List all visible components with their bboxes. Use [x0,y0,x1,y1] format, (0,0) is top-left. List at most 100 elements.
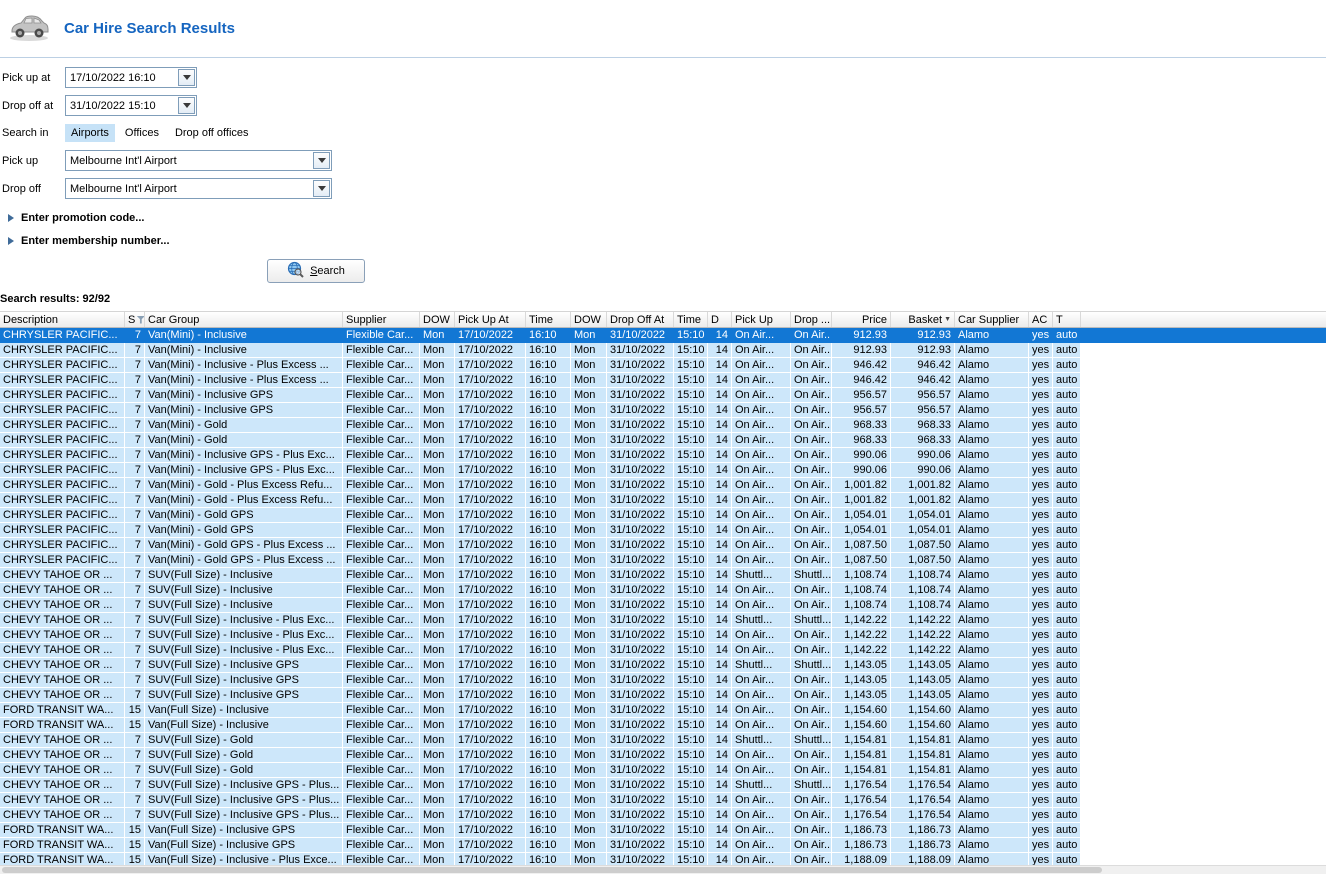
table-row[interactable]: CHEVY TAHOE OR ...7SUV(Full Size) - Incl… [0,628,1326,643]
cell-pick-up-at: 17/10/2022 [455,358,526,373]
cell-d: 14 [708,778,732,793]
cell-supplier: Flexible Car... [343,748,420,763]
column-header-drop[interactable]: Drop ... [791,312,832,327]
tab-drop-off-offices[interactable]: Drop off offices [169,124,255,142]
column-header-ac[interactable]: AC [1029,312,1053,327]
dropoff-location-combobox[interactable]: Melbourne Int'l Airport [65,178,332,199]
table-row[interactable]: FORD TRANSIT WA...15Van(Full Size) - Inc… [0,718,1326,733]
tab-offices[interactable]: Offices [119,124,165,142]
table-row[interactable]: CHEVY TAHOE OR ...7SUV(Full Size) - Incl… [0,613,1326,628]
horizontal-scrollbar-thumb[interactable] [2,867,1102,873]
column-header-t[interactable]: T [1053,312,1081,327]
pickup-at-label: Pick up at [2,72,65,84]
cell-s: 7 [125,808,145,823]
table-row[interactable]: CHRYSLER PACIFIC...7Van(Mini) - GoldFlex… [0,433,1326,448]
membership-number-expander[interactable]: Enter membership number... [8,234,1326,248]
filter-icon[interactable] [136,316,145,324]
cell-description: CHRYSLER PACIFIC... [0,448,125,463]
cell-d: 14 [708,673,732,688]
dropoff-at-dropdown-button[interactable] [178,97,195,114]
column-header-car-supplier[interactable]: Car Supplier [955,312,1029,327]
table-row[interactable]: CHEVY TAHOE OR ...7SUV(Full Size) - Incl… [0,583,1326,598]
table-row[interactable]: CHRYSLER PACIFIC...7Van(Mini) - Inclusiv… [0,373,1326,388]
table-row[interactable]: CHRYSLER PACIFIC...7Van(Mini) - Gold GPS… [0,523,1326,538]
table-row[interactable]: FORD TRANSIT WA...15Van(Full Size) - Inc… [0,823,1326,838]
cell-pick-up: On Air... [732,373,791,388]
cell-time: 15:10 [674,598,708,613]
cell-s: 7 [125,403,145,418]
cell-basket: 1,001.82 [891,478,955,493]
pickup-at-dropdown-button[interactable] [178,69,195,86]
table-row[interactable]: CHRYSLER PACIFIC...7Van(Mini) - Inclusiv… [0,358,1326,373]
table-row[interactable]: CHRYSLER PACIFIC...7Van(Mini) - Gold - P… [0,493,1326,508]
cell-time: 15:10 [674,478,708,493]
tab-airports[interactable]: Airports [65,124,115,142]
table-row[interactable]: CHRYSLER PACIFIC...7Van(Mini) - Inclusiv… [0,463,1326,478]
cell-s: 7 [125,763,145,778]
column-header-dow[interactable]: DOW [571,312,607,327]
column-header-time[interactable]: Time [526,312,571,327]
column-header-s[interactable]: S [125,312,145,327]
pickup-location-dropdown-button[interactable] [313,152,330,169]
column-header-supplier[interactable]: Supplier [343,312,420,327]
search-button[interactable]: Search [267,259,365,283]
column-header-price[interactable]: Price [832,312,891,327]
table-row[interactable]: CHRYSLER PACIFIC...7Van(Mini) - GoldFlex… [0,418,1326,433]
cell-pick-up-at: 17/10/2022 [455,493,526,508]
column-header-d[interactable]: D [708,312,732,327]
column-header-drop-off-at[interactable]: Drop Off At [607,312,674,327]
column-header-description[interactable]: Description [0,312,125,327]
cell-car-supplier: Alamo [955,733,1029,748]
table-row[interactable]: FORD TRANSIT WA...15Van(Full Size) - Inc… [0,838,1326,853]
cell-supplier: Flexible Car... [343,478,420,493]
promotion-code-expander[interactable]: Enter promotion code... [8,211,1326,225]
table-row[interactable]: CHRYSLER PACIFIC...7Van(Mini) - Inclusiv… [0,388,1326,403]
table-row[interactable]: CHRYSLER PACIFIC...7Van(Mini) - Inclusiv… [0,403,1326,418]
table-row[interactable]: CHEVY TAHOE OR ...7SUV(Full Size) - Incl… [0,778,1326,793]
table-row[interactable]: CHEVY TAHOE OR ...7SUV(Full Size) - Incl… [0,658,1326,673]
table-row[interactable]: CHRYSLER PACIFIC...7Van(Mini) - Inclusiv… [0,343,1326,358]
dropdown-arrow-icon [183,103,191,108]
table-row[interactable]: CHEVY TAHOE OR ...7SUV(Full Size) - Incl… [0,568,1326,583]
table-row[interactable]: CHEVY TAHOE OR ...7SUV(Full Size) - Incl… [0,808,1326,823]
cell-drop: On Air... [791,688,832,703]
table-row[interactable]: CHEVY TAHOE OR ...7SUV(Full Size) - Gold… [0,763,1326,778]
table-row[interactable]: CHRYSLER PACIFIC...7Van(Mini) - Gold GPS… [0,553,1326,568]
pickup-at-combobox[interactable]: 17/10/2022 16:10 [65,67,197,88]
column-header-car-group[interactable]: Car Group [145,312,343,327]
cell-basket: 1,176.54 [891,793,955,808]
cell-car-group: Van(Full Size) - Inclusive GPS [145,823,343,838]
table-row[interactable]: CHEVY TAHOE OR ...7SUV(Full Size) - Incl… [0,793,1326,808]
cell-t: auto [1053,763,1081,778]
table-row[interactable]: CHEVY TAHOE OR ...7SUV(Full Size) - Gold… [0,733,1326,748]
table-row[interactable]: CHEVY TAHOE OR ...7SUV(Full Size) - Incl… [0,673,1326,688]
column-header-time[interactable]: Time [674,312,708,327]
table-row[interactable]: CHRYSLER PACIFIC...7Van(Mini) - Inclusiv… [0,448,1326,463]
cell-s: 7 [125,553,145,568]
column-header-pick-up[interactable]: Pick Up [732,312,791,327]
cell-supplier: Flexible Car... [343,838,420,853]
cell-drop: On Air... [791,523,832,538]
cell-car-group: Van(Mini) - Inclusive GPS [145,403,343,418]
table-row[interactable]: CHRYSLER PACIFIC...7Van(Mini) - Inclusiv… [0,328,1326,343]
column-header-label: Time [529,314,553,326]
dropoff-location-dropdown-button[interactable] [313,180,330,197]
column-header-basket[interactable]: Basket▼ [891,312,955,327]
table-row[interactable]: CHEVY TAHOE OR ...7SUV(Full Size) - Gold… [0,748,1326,763]
table-row[interactable]: CHRYSLER PACIFIC...7Van(Mini) - Gold GPS… [0,538,1326,553]
dropoff-at-combobox[interactable]: 31/10/2022 15:10 [65,95,197,116]
cell-basket: 990.06 [891,463,955,478]
column-header-dow[interactable]: DOW [420,312,455,327]
column-header-label: D [711,314,719,326]
table-row[interactable]: CHRYSLER PACIFIC...7Van(Mini) - Gold - P… [0,478,1326,493]
horizontal-scrollbar[interactable] [0,865,1326,874]
cell-description: CHEVY TAHOE OR ... [0,778,125,793]
table-row[interactable]: CHEVY TAHOE OR ...7SUV(Full Size) - Incl… [0,643,1326,658]
table-row[interactable]: FORD TRANSIT WA...15Van(Full Size) - Inc… [0,703,1326,718]
pickup-location-combobox[interactable]: Melbourne Int'l Airport [65,150,332,171]
table-row[interactable]: CHEVY TAHOE OR ...7SUV(Full Size) - Incl… [0,598,1326,613]
cell-drop-off-at: 31/10/2022 [607,733,674,748]
column-header-pick-up-at[interactable]: Pick Up At [455,312,526,327]
table-row[interactable]: CHRYSLER PACIFIC...7Van(Mini) - Gold GPS… [0,508,1326,523]
table-row[interactable]: CHEVY TAHOE OR ...7SUV(Full Size) - Incl… [0,688,1326,703]
